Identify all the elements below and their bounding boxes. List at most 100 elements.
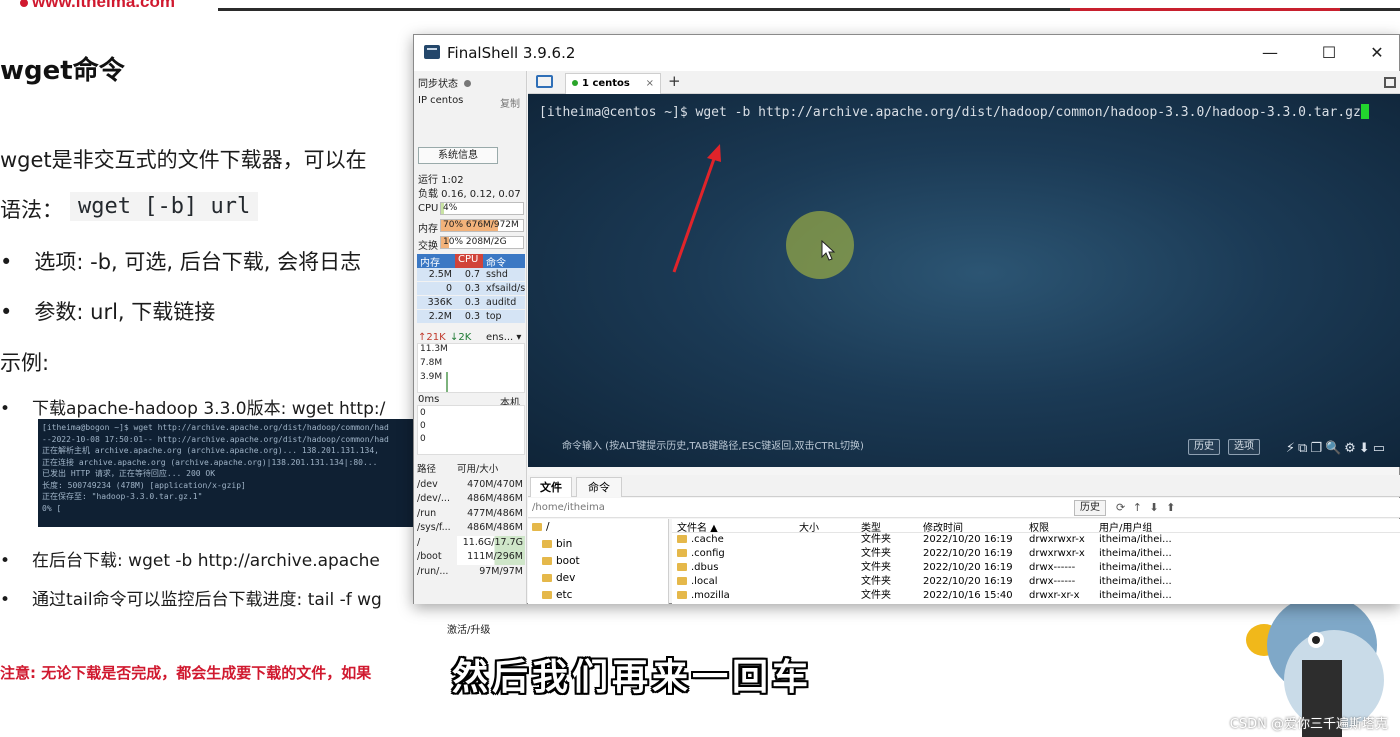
cpu-label: CPU (418, 203, 439, 214)
system-info-button[interactable]: 系统信息 (418, 147, 498, 164)
proc-col-mem[interactable]: 内存 (417, 254, 455, 269)
net-scale-mid: 7.8M (420, 358, 443, 368)
command-input-bar[interactable]: 命令输入 (按ALT键提示历史,TAB键路径,ESC键返回,双击CTRL切换) … (552, 436, 1398, 458)
net-upload: ↑21K (418, 332, 446, 343)
option-bullet: 选项: -b, 可选, 后台下载, 会将日志 (0, 246, 361, 276)
file-type: 文件夹 (861, 590, 891, 601)
file-name: .config (672, 547, 794, 561)
col-owner[interactable]: 用户/用户组 (1094, 519, 1184, 532)
tab-commands[interactable]: 命令 (576, 477, 622, 497)
proc-mem: 0 (445, 283, 452, 294)
process-row[interactable]: 336K 0.3 auditd (417, 296, 525, 310)
col-type[interactable]: 类型 (856, 519, 918, 532)
term-shot-line: --2022-10-08 17:50:01-- http://archive.a… (42, 434, 389, 444)
process-row[interactable]: 0 0.3 xfsaild/s (417, 282, 525, 296)
file-name: .cache (672, 533, 794, 547)
file-row[interactable]: .mozilla 文件夹 2022/10/16 15:40 drwxr-xr-x ith… (672, 589, 1400, 603)
col-size[interactable]: 大小 (794, 519, 856, 532)
current-path[interactable]: /home/itheima (532, 502, 605, 513)
proc-col-cpu[interactable]: CPU (455, 254, 483, 268)
cpu-meter: 4% (440, 202, 524, 215)
server-info-panel: 同步状态 IP centos 复制 系统信息 运行 1:02 负载 0.16, … (414, 71, 527, 636)
bottom-tab-bar: 文件 命令 (528, 475, 1400, 497)
terminal-toolbar-icons[interactable]: ⚡⧉❐🔍⚙⬇▭ (1286, 438, 1388, 460)
tab-files[interactable]: 文件 (530, 477, 572, 497)
proc-cmd: sshd (486, 269, 508, 280)
swap-meter: 10% 208M/2G (440, 236, 524, 249)
session-tab-label: 1 centos (582, 78, 630, 89)
col-mtime[interactable]: 修改时间 (918, 519, 1024, 532)
mem-meter: 70% 676M/972M (440, 219, 524, 232)
file-perm: drwxrwxr-x (1029, 548, 1085, 559)
minimize-button[interactable]: — (1250, 39, 1290, 67)
slide-title: wget命令 (0, 56, 125, 86)
tree-node-dev[interactable]: dev (542, 572, 575, 584)
file-row[interactable]: .local 文件夹 2022/10/20 16:19 drwx------ ithei… (672, 575, 1400, 589)
folder-icon[interactable] (536, 75, 553, 88)
red-arrow-annotation (672, 144, 721, 273)
file-list-header: 文件名 ▲ 大小 类型 修改时间 权限 用户/用户组 (672, 519, 1400, 533)
file-row[interactable]: .dbus 文件夹 2022/10/20 16:19 drwx------ itheim… (672, 561, 1400, 575)
sync-status-dot-icon (464, 80, 471, 87)
terminal-panel[interactable]: [itheima@centos ~]$ wget -b http://archi… (528, 94, 1400, 467)
file-size (794, 533, 856, 547)
file-owner: itheima/ithei... (1099, 534, 1172, 545)
file-row[interactable]: .cache 文件夹 2022/10/20 16:19 drwxrwxr-x ithei… (672, 533, 1400, 547)
session-tab-centos[interactable]: 1 centos × (565, 73, 661, 94)
layout-grid-icon[interactable] (1384, 77, 1396, 88)
process-row[interactable]: 2.5M 0.7 sshd (417, 268, 525, 282)
add-tab-button[interactable]: + (668, 72, 681, 90)
tab-close-icon[interactable]: × (646, 74, 654, 94)
options-button[interactable]: 选项 (1228, 439, 1260, 455)
tree-node-etc[interactable]: etc (542, 589, 572, 601)
close-button[interactable]: ✕ (1357, 39, 1397, 67)
process-row[interactable]: 2.2M 0.3 top (417, 310, 525, 324)
tree-node-boot[interactable]: boot (542, 555, 580, 567)
col-perm[interactable]: 权限 (1024, 519, 1094, 532)
click-highlight (786, 211, 854, 279)
command-input-hint: 命令输入 (按ALT键提示历史,TAB键路径,ESC键返回,双击CTRL切换) (562, 441, 864, 452)
disk-path: / (417, 536, 421, 548)
slide-header-accent (1070, 8, 1340, 11)
proc-cmd: top (486, 311, 502, 322)
copy-ip-button[interactable]: 复制 (500, 95, 520, 110)
finalshell-window: FinalShell 3.9.6.2 — ☐ ✕ 同步状态 IP centos … (413, 34, 1400, 636)
disk-size: 11.6G/17.7G (457, 535, 525, 550)
file-owner: itheima/ithei... (1099, 562, 1172, 573)
net-scale-low: 3.9M (420, 372, 443, 382)
window-title: FinalShell 3.9.6.2 (447, 44, 576, 62)
file-owner: itheima/ithei... (1099, 548, 1172, 559)
path-toolbar-icons[interactable]: ⟳ ↑ ⬇ ⬆ (1116, 498, 1177, 518)
proc-cmd: xfsaild/s (486, 283, 525, 294)
file-perm: drwx------ (1029, 562, 1076, 573)
path-history-button[interactable]: 历史 (1074, 500, 1106, 516)
activate-upgrade-link[interactable]: 激活/升级 (447, 621, 490, 636)
disk-size: 97M/97M (479, 565, 523, 577)
title-bar: FinalShell 3.9.6.2 — ☐ ✕ (414, 35, 1399, 71)
file-mtime: 2022/10/20 16:19 (923, 562, 1013, 573)
path-bar[interactable]: /home/itheima 历史 ⟳ ↑ ⬇ ⬆ (528, 498, 1400, 518)
maximize-button[interactable]: ☐ (1309, 39, 1349, 67)
ping-scale-low: 0 (420, 434, 426, 444)
proc-mem: 2.5M (428, 269, 452, 280)
history-button[interactable]: 历史 (1188, 439, 1220, 455)
example-bullet-2: 在后台下载: wget -b http://archive.apache (0, 546, 380, 571)
file-perm: drwx------ (1029, 576, 1076, 587)
file-size (794, 575, 856, 589)
syntax-label: 语法： (0, 198, 63, 222)
file-name: .mozilla (672, 589, 794, 603)
tree-node-root[interactable]: / (532, 521, 550, 533)
file-row[interactable]: .config 文件夹 2022/10/20 16:19 drwxrwxr-x ithe… (672, 547, 1400, 561)
proc-cpu: 0.3 (464, 283, 480, 294)
mem-label: 内存 (418, 224, 438, 235)
tree-node-bin[interactable]: bin (542, 538, 572, 550)
col-name[interactable]: 文件名 ▲ (672, 519, 794, 532)
folder-icon (677, 535, 687, 543)
disk-size: 470M/470M (467, 478, 523, 490)
proc-col-cmd[interactable]: 命令 (483, 254, 525, 269)
disk-path: /run/... (417, 565, 449, 577)
term-shot-line: 长度: 500749234 (478M) [application/x-gzip… (42, 480, 246, 490)
directory-tree: / bin boot dev etc (528, 519, 669, 604)
net-interface-select[interactable]: ens... ▾ (486, 332, 521, 343)
disk-row: /dev 470M/470M (417, 478, 525, 493)
